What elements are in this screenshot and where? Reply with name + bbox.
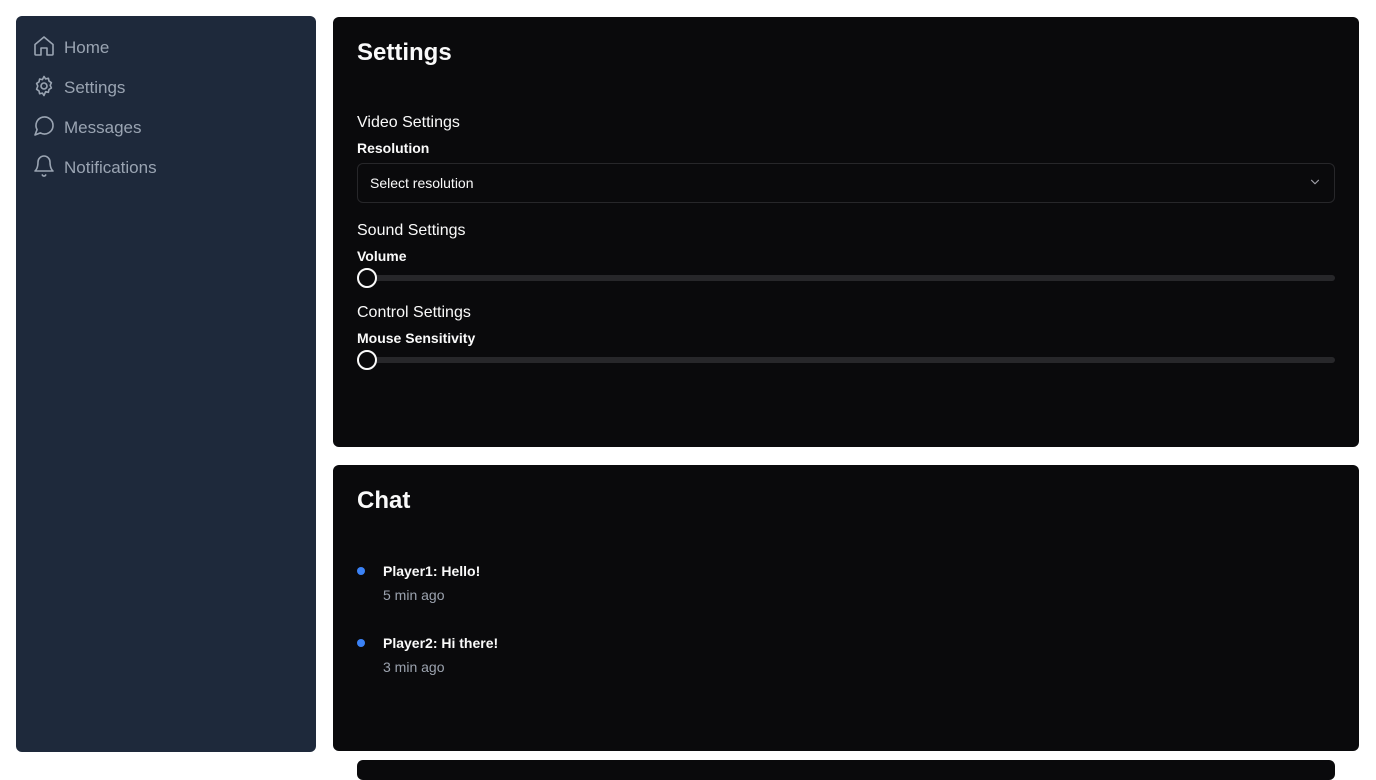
chat-message-text: Player1: Hello!	[383, 563, 481, 579]
bell-icon	[32, 154, 56, 183]
settings-title: Settings	[357, 39, 452, 66]
control-settings-title: Control Settings	[357, 304, 471, 321]
home-icon	[32, 34, 56, 63]
unread-dot	[357, 567, 365, 575]
sidebar-item-messages[interactable]: Messages	[32, 108, 300, 148]
message-icon	[32, 114, 56, 143]
chat-message-time: 3 min ago	[383, 659, 445, 675]
sidebar-item-label: Messages	[64, 118, 142, 137]
chat-message-text: Player2: Hi there!	[383, 635, 499, 651]
resolution-select-value: Select resolution	[370, 175, 474, 191]
mouse-sensitivity-slider-thumb[interactable]	[357, 350, 377, 370]
mouse-sensitivity-slider-track	[357, 357, 1335, 363]
chat-message-time: 5 min ago	[383, 587, 445, 603]
volume-slider-track	[357, 275, 1335, 281]
sidebar-item-notifications[interactable]: Notifications	[32, 148, 300, 188]
volume-slider-thumb[interactable]	[357, 268, 377, 288]
sidebar: Home Settings Messages Notifications	[16, 16, 316, 752]
chat-message: Player1: Hello! 5 min ago	[357, 561, 1335, 605]
mouse-sensitivity-label: Mouse Sensitivity	[357, 330, 476, 346]
chat-title: Chat	[357, 487, 411, 514]
resolution-select[interactable]: Select resolution	[357, 163, 1335, 203]
chat-message: Player2: Hi there! 3 min ago	[357, 633, 1335, 677]
sidebar-item-label: Notifications	[64, 158, 157, 177]
gear-icon	[32, 74, 56, 103]
sidebar-item-home[interactable]: Home	[32, 28, 300, 68]
volume-label: Volume	[357, 248, 407, 264]
sidebar-item-label: Home	[64, 38, 110, 57]
input-panel-partial	[357, 760, 1335, 780]
chat-card: Chat Player1: Hello! 5 min ago Player2: …	[333, 465, 1359, 751]
sound-settings-title: Sound Settings	[357, 222, 466, 239]
unread-dot	[357, 639, 365, 647]
settings-card: Settings Video Settings Resolution Selec…	[333, 17, 1359, 447]
resolution-label: Resolution	[357, 140, 430, 156]
mouse-sensitivity-slider[interactable]	[357, 349, 1335, 370]
volume-slider[interactable]	[357, 267, 1335, 288]
chevron-down-icon	[1308, 175, 1322, 192]
video-settings-title: Video Settings	[357, 114, 460, 131]
sidebar-item-label: Settings	[64, 78, 126, 97]
sidebar-item-settings[interactable]: Settings	[32, 68, 300, 108]
